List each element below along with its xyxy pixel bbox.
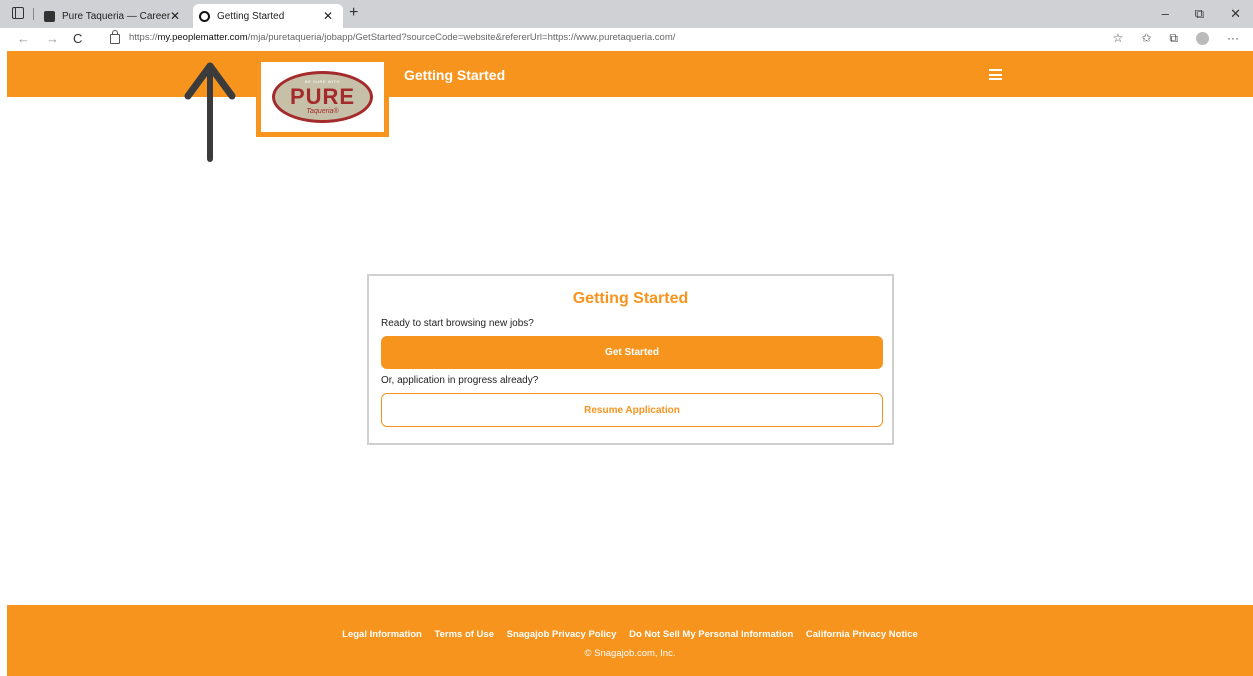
logo-background: BE SURE WITH PURE Taqueria® [261,62,384,132]
profile-avatar[interactable] [1196,32,1209,45]
tab-title: Getting Started [217,10,285,22]
card-title: Getting Started [572,290,689,307]
close-tab-icon[interactable]: ✕ [323,9,333,23]
collections-icon[interactable]: ⧉ [1169,31,1178,46]
back-icon[interactable]: ← [17,31,30,46]
getting-started-card: Getting Started Ready to start browsing … [367,274,894,445]
new-tab-icon[interactable]: + [349,4,358,22]
page-title: Getting Started [404,67,506,83]
california-privacy-link[interactable]: California Privacy Notice [806,629,918,640]
in-progress-prompt: Or, application in progress already? [381,375,539,386]
browser-toolbar: ☆ ✩ ⧉ ··· [1113,31,1239,46]
logo-wordmark: PURE [289,84,356,109]
logo-oval: BE SURE WITH PURE Taqueria® [272,71,373,123]
add-favorite-icon[interactable]: ☆ [1113,31,1124,46]
do-not-sell-link[interactable]: Do Not Sell My Personal Information [629,629,793,640]
tab-pure-taqueria-careers[interactable]: Pure Taqueria — Careers ✕ [38,4,190,28]
get-started-button[interactable]: Get Started [381,336,883,369]
window-controls: – ⧉ ✕ [1162,6,1241,22]
restore-icon[interactable]: ⧉ [1195,6,1204,22]
tab-divider [33,8,34,20]
forward-icon[interactable]: → [46,31,59,46]
company-logo[interactable]: BE SURE WITH PURE Taqueria® [256,57,389,137]
minimize-icon[interactable]: – [1162,6,1169,22]
reload-icon[interactable]: C [73,31,82,46]
url-host: my.peoplematter.com [157,32,248,43]
tab-getting-started[interactable]: Getting Started ✕ [193,4,343,28]
url-field[interactable]: https://my.peoplematter.com/mja/puretaqu… [129,32,675,43]
resume-application-button[interactable]: Resume Application [381,393,883,427]
address-bar-row: ← → C https://my.peoplematter.com/mja/pu… [0,28,1253,50]
tab-title: Pure Taqueria — Careers [62,10,170,22]
new-jobs-prompt: Ready to start browsing new jobs? [381,318,534,329]
hamburger-menu-icon[interactable] [989,69,1002,80]
close-window-icon[interactable]: ✕ [1230,6,1241,22]
url-path: /mja/puretaqueria/jobapp/GetStarted?sour… [247,32,676,43]
browser-tab-strip: Pure Taqueria — Careers ✕ Getting Starte… [0,0,1253,28]
legal-information-link[interactable]: Legal Information [342,629,422,640]
settings-menu-icon[interactable]: ··· [1227,31,1239,46]
footer-links: Legal Information Terms of Use Snagajob … [7,629,1253,640]
close-tab-icon[interactable]: ✕ [170,9,180,23]
terms-of-use-link[interactable]: Terms of Use [435,629,494,640]
site-favicon-icon [44,10,55,22]
url-scheme: https:// [129,32,158,43]
logo-subtitle: Taqueria® [306,108,339,115]
site-footer: Legal Information Terms of Use Snagajob … [7,605,1253,676]
up-arrow-annotation-icon [184,62,236,100]
copyright-text: © Snagajob.com, Inc. [584,648,676,659]
workspaces-icon[interactable] [12,7,24,19]
lock-icon[interactable] [110,30,120,44]
favorites-icon[interactable]: ✩ [1141,31,1151,46]
privacy-policy-link[interactable]: Snagajob Privacy Policy [507,629,617,640]
peoplematter-favicon-icon [199,10,210,22]
